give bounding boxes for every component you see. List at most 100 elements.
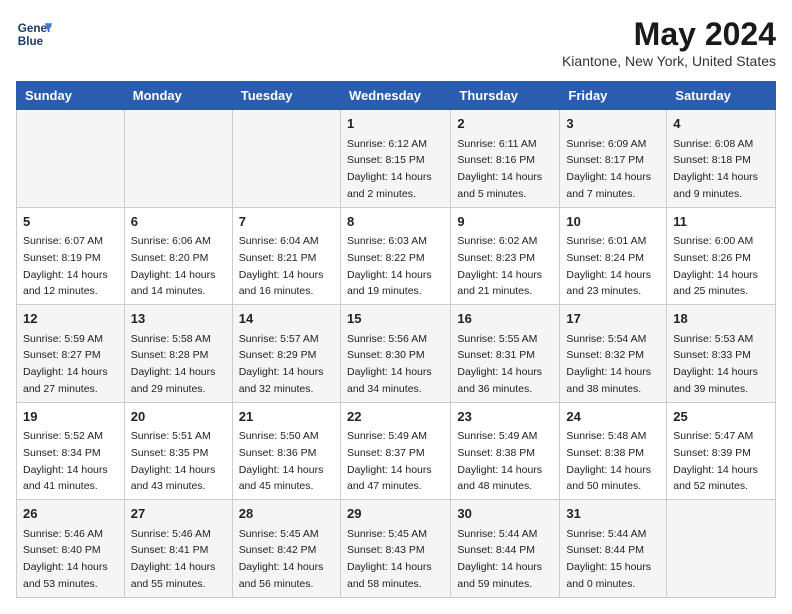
calendar-cell: 31Sunrise: 5:44 AMSunset: 8:44 PMDayligh… [560, 500, 667, 598]
day-number: 20 [131, 407, 226, 427]
day-header-wednesday: Wednesday [340, 82, 450, 110]
calendar-cell: 19Sunrise: 5:52 AMSunset: 8:34 PMDayligh… [17, 402, 125, 500]
calendar-cell: 14 Sunrise: 5:57 AMSunset: 8:29 PMDayligh… [232, 305, 340, 403]
calendar-cell [667, 500, 776, 598]
day-header-sunday: Sunday [17, 82, 125, 110]
day-info: Sunrise: 5:45 AMSunset: 8:42 PMDaylight:… [239, 528, 324, 590]
day-info: Sunrise: 6:11 AMSunset: 8:16 PMDaylight:… [457, 138, 542, 200]
day-info: Sunrise: 5:54 AMSunset: 8:32 PMDaylight:… [566, 333, 651, 395]
day-number: 28 [239, 504, 334, 524]
week-row-2: 5 Sunrise: 6:07 AMSunset: 8:19 PMDaylight… [17, 207, 776, 305]
day-number: 3 [566, 114, 660, 134]
day-info: Sunrise: 6:06 AMSunset: 8:20 PMDaylight:… [131, 235, 216, 297]
day-info: Sunrise: 6:12 AMSunset: 8:15 PMDaylight:… [347, 138, 432, 200]
calendar-cell: 12 Sunrise: 5:59 AMSunset: 8:27 PMDayligh… [17, 305, 125, 403]
day-info: Sunrise: 6:02 AMSunset: 8:23 PMDaylight:… [457, 235, 542, 297]
day-info: Sunrise: 5:50 AMSunset: 8:36 PMDaylight:… [239, 430, 324, 492]
day-header-friday: Friday [560, 82, 667, 110]
calendar-cell: 30Sunrise: 5:44 AMSunset: 8:44 PMDayligh… [451, 500, 560, 598]
day-info: Sunrise: 6:08 AMSunset: 8:18 PMDaylight:… [673, 138, 758, 200]
day-number: 19 [23, 407, 118, 427]
calendar-cell: 20 Sunrise: 5:51 AMSunset: 8:35 PMDayligh… [124, 402, 232, 500]
day-header-saturday: Saturday [667, 82, 776, 110]
day-number: 24 [566, 407, 660, 427]
week-row-5: 26 Sunrise: 5:46 AMSunset: 8:40 PMDayligh… [17, 500, 776, 598]
day-info: Sunrise: 5:46 AMSunset: 8:41 PMDaylight:… [131, 528, 216, 590]
day-info: Sunrise: 5:57 AMSunset: 8:29 PMDaylight:… [239, 333, 324, 395]
logo: General Blue [16, 16, 52, 52]
day-info: Sunrise: 5:46 AMSunset: 8:40 PMDaylight:… [23, 528, 108, 590]
svg-text:Blue: Blue [18, 35, 44, 48]
calendar-cell: 4Sunrise: 6:08 AMSunset: 8:18 PMDaylight… [667, 110, 776, 208]
day-number: 29 [347, 504, 444, 524]
calendar-cell: 28 Sunrise: 5:45 AMSunset: 8:42 PMDayligh… [232, 500, 340, 598]
day-number: 8 [347, 212, 444, 232]
day-info: Sunrise: 5:49 AMSunset: 8:38 PMDaylight:… [457, 430, 542, 492]
day-number: 5 [23, 212, 118, 232]
week-row-3: 12 Sunrise: 5:59 AMSunset: 8:27 PMDayligh… [17, 305, 776, 403]
day-number: 22 [347, 407, 444, 427]
day-info: Sunrise: 5:55 AMSunset: 8:31 PMDaylight:… [457, 333, 542, 395]
day-number: 14 [239, 309, 334, 329]
calendar-cell: 23 Sunrise: 5:49 AMSunset: 8:38 PMDayligh… [451, 402, 560, 500]
day-number: 16 [457, 309, 553, 329]
day-info: Sunrise: 6:03 AMSunset: 8:22 PMDaylight:… [347, 235, 432, 297]
month-title: May 2024 [562, 16, 776, 53]
calendar-cell: 1 Sunrise: 6:12 AMSunset: 8:15 PMDaylight… [340, 110, 450, 208]
day-number: 9 [457, 212, 553, 232]
day-number: 2 [457, 114, 553, 134]
day-info: Sunrise: 5:51 AMSunset: 8:35 PMDaylight:… [131, 430, 216, 492]
day-number: 12 [23, 309, 118, 329]
calendar-cell: 3Sunrise: 6:09 AMSunset: 8:17 PMDaylight… [560, 110, 667, 208]
calendar-cell: 29 Sunrise: 5:45 AMSunset: 8:43 PMDayligh… [340, 500, 450, 598]
calendar-cell: 15Sunrise: 5:56 AMSunset: 8:30 PMDayligh… [340, 305, 450, 403]
day-number: 17 [566, 309, 660, 329]
day-info: Sunrise: 6:04 AMSunset: 8:21 PMDaylight:… [239, 235, 324, 297]
day-header-monday: Monday [124, 82, 232, 110]
day-info: Sunrise: 5:58 AMSunset: 8:28 PMDaylight:… [131, 333, 216, 395]
day-number: 7 [239, 212, 334, 232]
calendar-cell: 13Sunrise: 5:58 AMSunset: 8:28 PMDayligh… [124, 305, 232, 403]
day-number: 31 [566, 504, 660, 524]
calendar-cell: 6 Sunrise: 6:06 AMSunset: 8:20 PMDaylight… [124, 207, 232, 305]
day-info: Sunrise: 5:47 AMSunset: 8:39 PMDaylight:… [673, 430, 758, 492]
day-info: Sunrise: 5:53 AMSunset: 8:33 PMDaylight:… [673, 333, 758, 395]
calendar-cell: 24 Sunrise: 5:48 AMSunset: 8:38 PMDayligh… [560, 402, 667, 500]
calendar-cell: 18Sunrise: 5:53 AMSunset: 8:33 PMDayligh… [667, 305, 776, 403]
day-number: 21 [239, 407, 334, 427]
calendar-cell [17, 110, 125, 208]
day-info: Sunrise: 5:48 AMSunset: 8:38 PMDaylight:… [566, 430, 651, 492]
calendar-cell: 21 Sunrise: 5:50 AMSunset: 8:36 PMDayligh… [232, 402, 340, 500]
day-info: Sunrise: 5:45 AMSunset: 8:43 PMDaylight:… [347, 528, 432, 590]
day-info: Sunrise: 5:56 AMSunset: 8:30 PMDaylight:… [347, 333, 432, 395]
calendar-cell: 27 Sunrise: 5:46 AMSunset: 8:41 PMDayligh… [124, 500, 232, 598]
day-number: 27 [131, 504, 226, 524]
week-row-1: 1 Sunrise: 6:12 AMSunset: 8:15 PMDaylight… [17, 110, 776, 208]
day-number: 6 [131, 212, 226, 232]
day-info: Sunrise: 5:59 AMSunset: 8:27 PMDaylight:… [23, 333, 108, 395]
calendar-cell [124, 110, 232, 208]
day-number: 25 [673, 407, 769, 427]
day-number: 30 [457, 504, 553, 524]
location-title: Kiantone, New York, United States [562, 53, 776, 69]
calendar-cell: 5 Sunrise: 6:07 AMSunset: 8:19 PMDaylight… [17, 207, 125, 305]
calendar-table: SundayMondayTuesdayWednesdayThursdayFrid… [16, 81, 776, 598]
calendar-cell: 2 Sunrise: 6:11 AMSunset: 8:16 PMDaylight… [451, 110, 560, 208]
day-number: 23 [457, 407, 553, 427]
day-header-tuesday: Tuesday [232, 82, 340, 110]
day-info: Sunrise: 6:07 AMSunset: 8:19 PMDaylight:… [23, 235, 108, 297]
calendar-cell: 17 Sunrise: 5:54 AMSunset: 8:32 PMDayligh… [560, 305, 667, 403]
calendar-cell: 9 Sunrise: 6:02 AMSunset: 8:23 PMDaylight… [451, 207, 560, 305]
day-header-thursday: Thursday [451, 82, 560, 110]
day-number: 1 [347, 114, 444, 134]
calendar-cell: 10Sunrise: 6:01 AMSunset: 8:24 PMDayligh… [560, 207, 667, 305]
header-row: SundayMondayTuesdayWednesdayThursdayFrid… [17, 82, 776, 110]
day-number: 11 [673, 212, 769, 232]
day-number: 10 [566, 212, 660, 232]
calendar-cell: 8 Sunrise: 6:03 AMSunset: 8:22 PMDaylight… [340, 207, 450, 305]
day-number: 26 [23, 504, 118, 524]
day-info: Sunrise: 5:49 AMSunset: 8:37 PMDaylight:… [347, 430, 432, 492]
calendar-cell: 7 Sunrise: 6:04 AMSunset: 8:21 PMDaylight… [232, 207, 340, 305]
calendar-cell: 16 Sunrise: 5:55 AMSunset: 8:31 PMDayligh… [451, 305, 560, 403]
header: General Blue May 2024 Kiantone, New York… [16, 16, 776, 69]
